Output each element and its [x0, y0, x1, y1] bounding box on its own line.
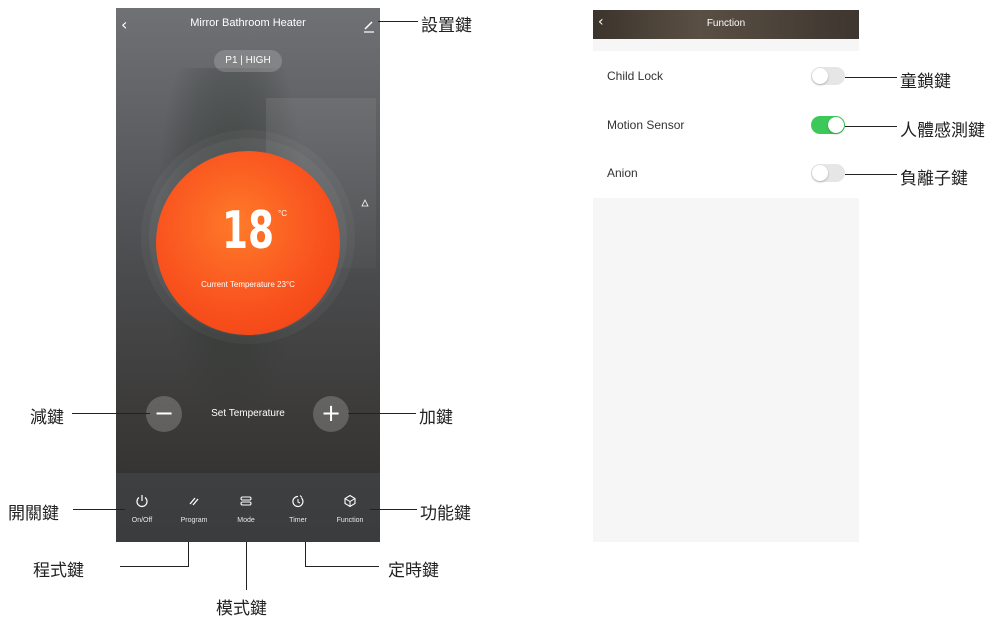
callout-line — [845, 174, 897, 175]
callout-program: 程式鍵 — [33, 561, 84, 581]
mode-status-pill: P1 | HIGH — [214, 50, 282, 72]
temperature-unit: °C — [278, 209, 287, 218]
toggle-knob — [812, 68, 828, 84]
motion-sensor-toggle[interactable] — [811, 116, 845, 134]
callout-plus: 加鍵 — [419, 408, 453, 428]
set-temperature-value: 18 — [221, 201, 275, 261]
callout-line — [305, 542, 306, 566]
callout-mode: 模式鍵 — [216, 599, 267, 619]
callout-line — [378, 21, 418, 22]
callout-line — [305, 566, 379, 567]
power-icon — [136, 495, 148, 508]
set-temperature-label: Set Temperature — [211, 408, 285, 419]
callout-line — [348, 413, 416, 414]
callout-line — [845, 126, 897, 127]
anion-toggle[interactable] — [811, 164, 845, 182]
heater-screen: ‹ Mirror Bathroom Heater P1 | HIGH 18 °C… — [116, 8, 380, 542]
child-lock-label: Child Lock — [607, 69, 664, 83]
callout-minus: 減鍵 — [30, 408, 64, 428]
callout-timer: 定時鍵 — [388, 561, 439, 581]
toggle-knob — [812, 165, 828, 181]
tab-on-off[interactable]: On/Off — [116, 473, 168, 542]
function-header: ‹ Function — [593, 10, 859, 39]
callout-line — [73, 509, 125, 510]
increase-temperature-button[interactable]: + — [313, 396, 349, 432]
callout-line — [188, 542, 189, 566]
callout-line — [72, 413, 150, 414]
callout-line — [370, 509, 417, 510]
tab-label: Program — [180, 517, 208, 524]
callout-line — [246, 542, 247, 590]
tab-label: Mode — [237, 517, 255, 524]
bottom-tab-bar: On/Off Program Mode Timer Function — [116, 473, 380, 542]
callout-settings: 設置鍵 — [421, 16, 472, 36]
function-list: Child Lock Motion Sensor Anion — [593, 51, 859, 198]
tab-timer[interactable]: Timer — [272, 473, 324, 542]
anion-label: Anion — [607, 166, 638, 180]
callout-child-lock: 童鎖鍵 — [900, 72, 951, 92]
function-title: Function — [706, 18, 746, 29]
back-icon[interactable]: ‹ — [121, 16, 137, 34]
decrease-temperature-button[interactable]: − — [146, 396, 182, 432]
callout-line — [120, 566, 189, 567]
back-icon[interactable]: ‹ — [598, 14, 604, 30]
callout-anion: 負離子鍵 — [900, 169, 968, 189]
tab-label: Function — [336, 517, 364, 524]
device-title: Mirror Bathroom Heater — [190, 17, 306, 29]
callout-line — [845, 77, 897, 78]
temperature-dial: 18 °C Current Temperature 23°C — [156, 151, 340, 335]
tab-label: On/Off — [131, 517, 153, 524]
timer-icon — [292, 495, 304, 508]
tab-mode[interactable]: Mode — [220, 473, 272, 542]
edit-settings-icon[interactable] — [362, 18, 376, 33]
tab-label: Timer — [289, 517, 307, 524]
child-lock-toggle[interactable] — [811, 67, 845, 85]
callout-function: 功能鍵 — [420, 504, 471, 524]
tab-program[interactable]: Program — [168, 473, 220, 542]
program-icon — [189, 497, 199, 506]
function-icon — [344, 494, 356, 508]
mode-icon — [240, 496, 252, 506]
warning-triangle-icon — [361, 192, 369, 207]
callout-motion-sensor: 人體感測鍵 — [900, 121, 985, 141]
tab-function[interactable]: Function — [324, 473, 376, 542]
current-temperature: Current Temperature 23°C — [201, 280, 295, 289]
function-screen: ‹ Function Child Lock Motion Sensor Anio… — [593, 10, 859, 542]
callout-power: 開關鍵 — [8, 504, 59, 524]
motion-sensor-label: Motion Sensor — [607, 118, 685, 132]
toggle-knob — [828, 117, 844, 133]
